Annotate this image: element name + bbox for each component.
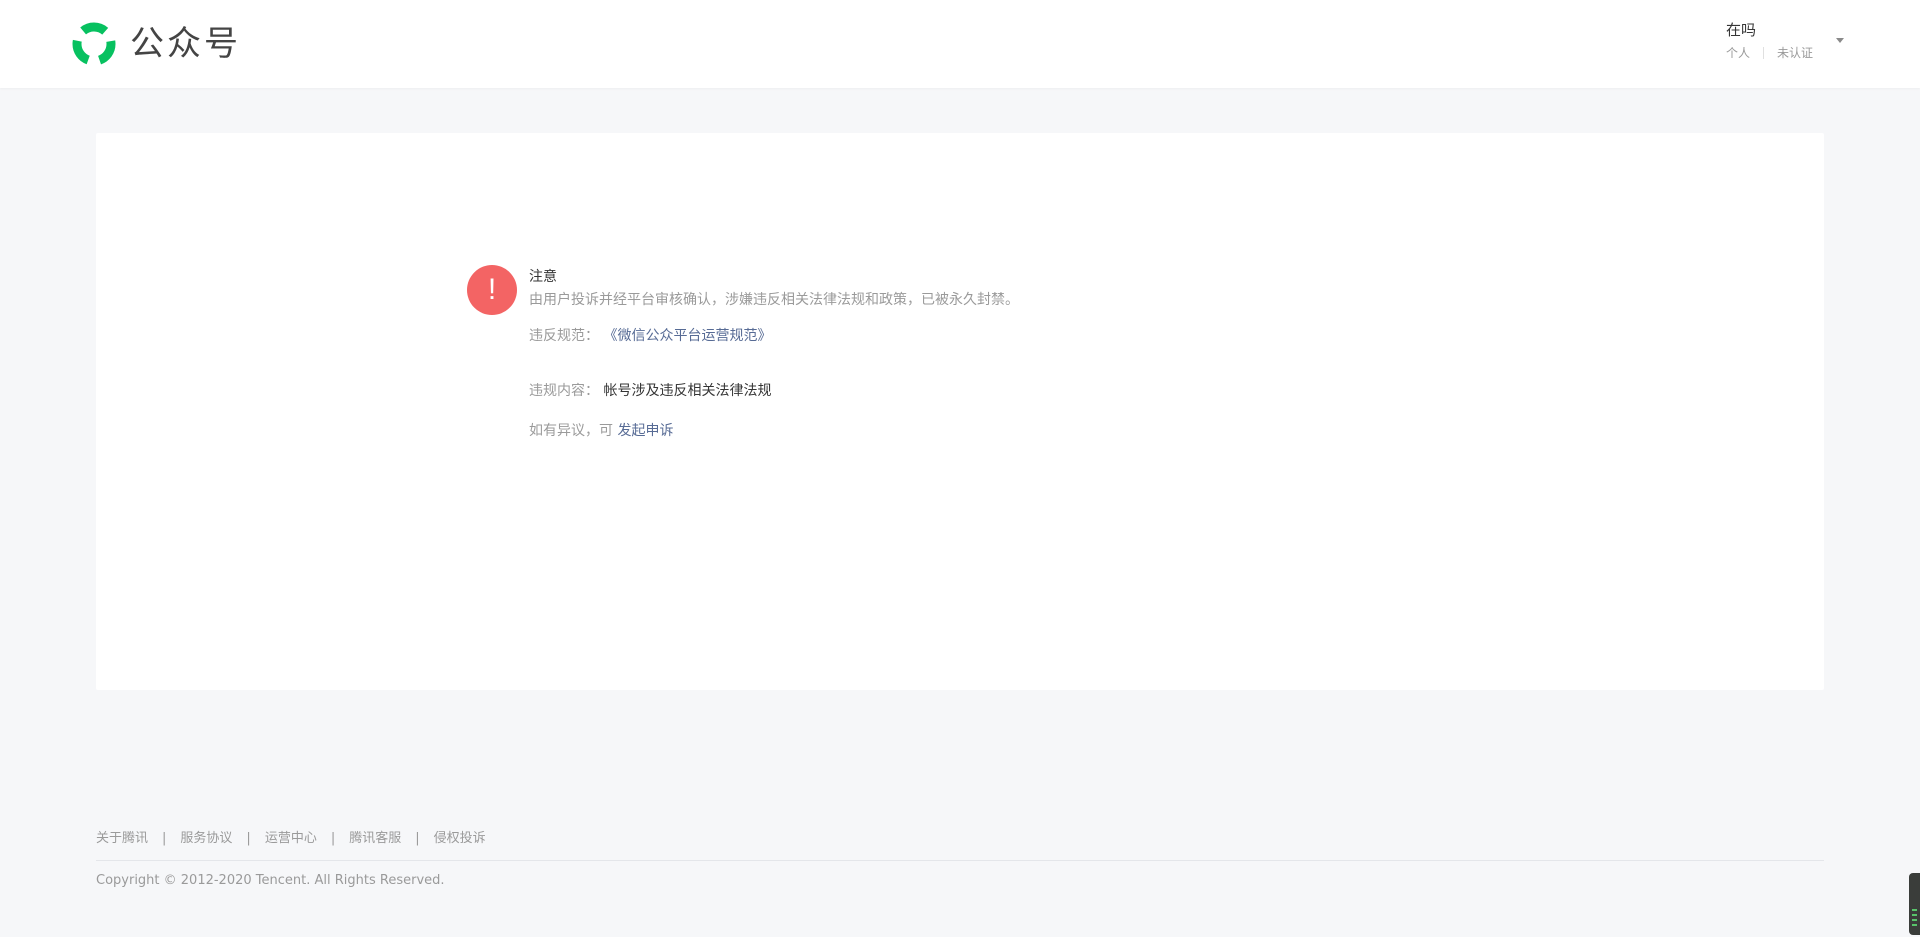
widget-mark: [1912, 919, 1917, 921]
logo-text: 公众号: [130, 24, 241, 64]
appeal-row: 如有异议，可 发起申诉: [529, 421, 1429, 441]
footer-divider: [96, 860, 1824, 861]
violation-rule-row: 违反规范： 《微信公众平台运营规范》: [529, 326, 1429, 346]
footer-link-infringement[interactable]: 侵权投诉: [434, 829, 486, 849]
footer-links: 关于腾讯 | 服务协议 | 运营中心 | 腾讯客服 | 侵权投诉: [96, 829, 486, 849]
account-menu[interactable]: 在吗 个人 未认证: [1726, 20, 1846, 66]
copyright: Copyright © 2012-2020 Tencent. All Right…: [96, 873, 445, 888]
footer-separator: |: [246, 831, 251, 846]
footer-link-customer-service[interactable]: 腾讯客服: [349, 829, 401, 849]
rule-label: 违反规范：: [529, 328, 599, 344]
account-name: 在吗: [1726, 21, 1757, 39]
violation-content-row: 违规内容： 帐号涉及违反相关法律法规: [529, 381, 1429, 401]
widget-mark: [1912, 924, 1917, 926]
logo-link[interactable]: 公众号: [70, 20, 241, 68]
appeal-prefix: 如有异议，可: [529, 423, 613, 439]
content-value: 帐号涉及违反相关法律法规: [603, 383, 772, 399]
footer-separator: |: [330, 831, 336, 846]
side-widget-handle[interactable]: [1909, 873, 1920, 935]
footer-link-about[interactable]: 关于腾讯: [96, 829, 148, 849]
widget-mark: [1912, 914, 1917, 916]
appeal-link[interactable]: 发起申诉: [617, 423, 673, 439]
official-account-logo-icon: [72, 22, 116, 66]
meta-divider: [1763, 47, 1765, 59]
exclamation-icon: !: [467, 265, 517, 315]
account-type: 个人: [1726, 46, 1751, 60]
verify-status: 未认证: [1777, 46, 1814, 60]
notice-card: ! 注意 由用户投诉并经平台审核确认，涉嫌违反相关法律法规和政策，已被永久封禁。…: [96, 133, 1824, 690]
footer-separator: |: [162, 831, 167, 846]
caret-down-icon[interactable]: [1836, 38, 1844, 43]
footer-link-operations-center[interactable]: 运营中心: [265, 829, 317, 849]
notice-title: 注意: [529, 269, 557, 285]
notice-message: 注意 由用户投诉并经平台审核确认，涉嫌违反相关法律法规和政策，已被永久封禁。 违…: [529, 267, 1429, 441]
widget-mark: [1912, 909, 1917, 911]
notice-description: 由用户投诉并经平台审核确认，涉嫌违反相关法律法规和政策，已被永久封禁。: [529, 292, 1019, 308]
content-label: 违规内容：: [529, 383, 599, 399]
rule-link[interactable]: 《微信公众平台运营规范》: [603, 328, 771, 344]
footer-separator: |: [415, 831, 420, 846]
top-header: 公众号 在吗 个人 未认证: [0, 0, 1920, 88]
account-meta: 个人 未认证: [1726, 43, 1846, 63]
footer-link-service-agreement[interactable]: 服务协议: [180, 829, 232, 849]
